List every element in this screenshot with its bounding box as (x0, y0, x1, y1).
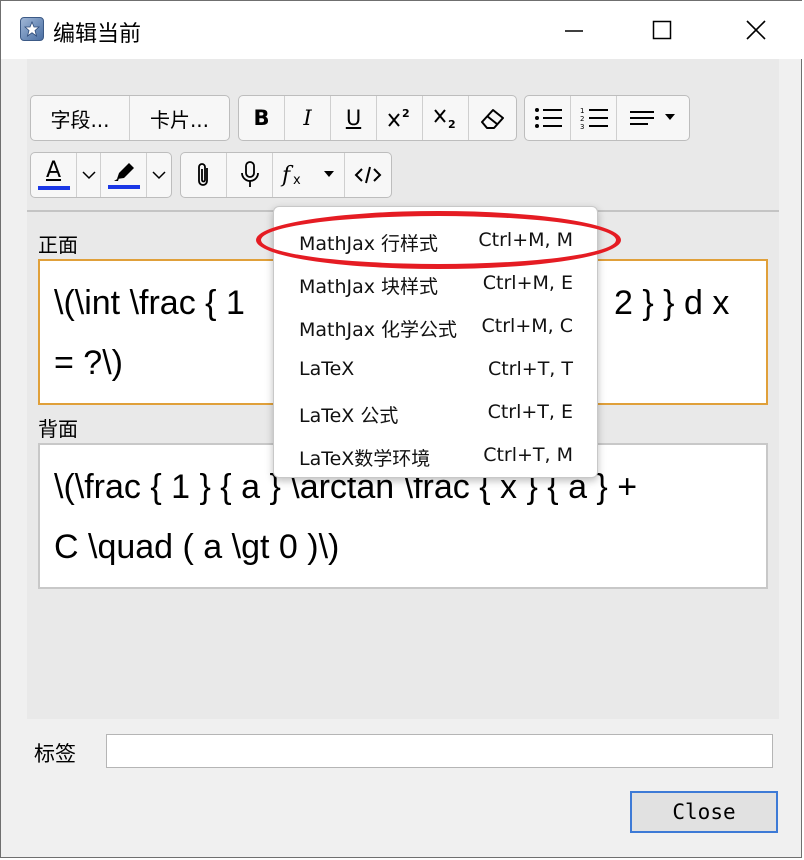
chevron-down-icon (81, 171, 96, 180)
title-bar: 编辑当前 (1, 1, 803, 59)
underline-button[interactable]: U (331, 96, 377, 140)
microphone-icon (240, 161, 259, 187)
paperclip-icon (197, 163, 208, 186)
superscript-button[interactable]: 2 (377, 96, 423, 140)
attach-file-button[interactable] (181, 153, 227, 197)
bold-button[interactable]: B (239, 96, 285, 140)
menu-item-latex[interactable]: LaTeX Ctrl+T, T (274, 348, 597, 391)
minimize-button[interactable] (551, 1, 597, 59)
svg-text:2: 2 (402, 107, 410, 120)
function-icon: fx (280, 163, 334, 188)
equation-dropdown[interactable]: fx (273, 153, 345, 197)
menu-item-mathjax-block[interactable]: MathJax 块样式 Ctrl+M, E (274, 262, 597, 305)
clear-format-button[interactable] (469, 96, 516, 140)
chevron-down-icon (152, 171, 166, 180)
equation-menu: MathJax 行样式 Ctrl+M, M MathJax 块样式 Ctrl+M… (273, 206, 598, 478)
text-color-dropdown[interactable] (77, 153, 101, 197)
superscript-icon: 2 (387, 107, 410, 127)
subscript-button[interactable]: 2 (423, 96, 469, 140)
window-title: 编辑当前 (53, 22, 142, 47)
menu-item-latex-math-env[interactable]: LaTeX数学环境 Ctrl+T, M (274, 434, 597, 477)
front-field-label: 正面 (38, 233, 78, 257)
subscript-icon: 2 (433, 109, 456, 130)
back-field-label: 背面 (38, 417, 78, 441)
numbered-list-icon: 123 (580, 107, 608, 130)
menu-item-mathjax-chemistry[interactable]: MathJax 化学公式 Ctrl+M, C (274, 305, 597, 348)
cards-button[interactable]: 卡片... (130, 96, 229, 140)
back-field-line2: C \quad ( a \gt 0 )\) (54, 528, 340, 566)
fields-cards-group: 字段... 卡片... (30, 95, 230, 141)
html-editor-button[interactable] (345, 153, 391, 197)
svg-text:f: f (280, 163, 294, 188)
unordered-list-button[interactable] (525, 96, 571, 140)
highlight-color-button[interactable] (101, 153, 147, 197)
highlighter-icon (113, 163, 134, 181)
close-window-button[interactable] (733, 1, 779, 59)
text-color-letter: A (45, 158, 62, 183)
editor-window: 编辑当前 字段... 卡片... B I U 2 2 1 2 3 A f x 正… (0, 0, 803, 858)
fields-button[interactable]: 字段... (31, 96, 130, 140)
menu-item-latex-equation[interactable]: LaTeX 公式 Ctrl+T, E (274, 391, 597, 434)
ordered-list-button[interactable]: 123 (571, 96, 617, 140)
list-group: 123 (524, 95, 690, 141)
format-group: B I U 2 2 (238, 95, 517, 141)
maximize-button[interactable] (639, 1, 685, 59)
align-icon (630, 111, 675, 125)
svg-text:3: 3 (580, 123, 584, 130)
anki-star-icon (20, 17, 44, 41)
menu-item-mathjax-inline[interactable]: MathJax 行样式 Ctrl+M, M (274, 219, 597, 262)
close-button[interactable]: Close (630, 791, 778, 833)
insert-group: fx (180, 152, 392, 198)
code-icon (354, 166, 382, 184)
svg-text:1: 1 (580, 107, 584, 115)
bullet-list-icon (534, 108, 562, 128)
color-group: A (30, 152, 172, 198)
italic-button[interactable]: I (285, 96, 331, 140)
eraser-icon (480, 109, 504, 129)
svg-text:2: 2 (448, 118, 456, 130)
svg-text:2: 2 (580, 115, 584, 123)
record-audio-button[interactable] (227, 153, 273, 197)
highlight-color-swatch (107, 185, 140, 189)
alignment-dropdown[interactable] (617, 96, 689, 140)
highlight-color-dropdown[interactable] (147, 153, 171, 197)
text-color-swatch (37, 186, 70, 190)
tags-label: 标签 (34, 742, 76, 766)
svg-text:x: x (293, 173, 301, 188)
tags-input[interactable] (106, 734, 773, 768)
text-color-button[interactable]: A (31, 153, 77, 197)
